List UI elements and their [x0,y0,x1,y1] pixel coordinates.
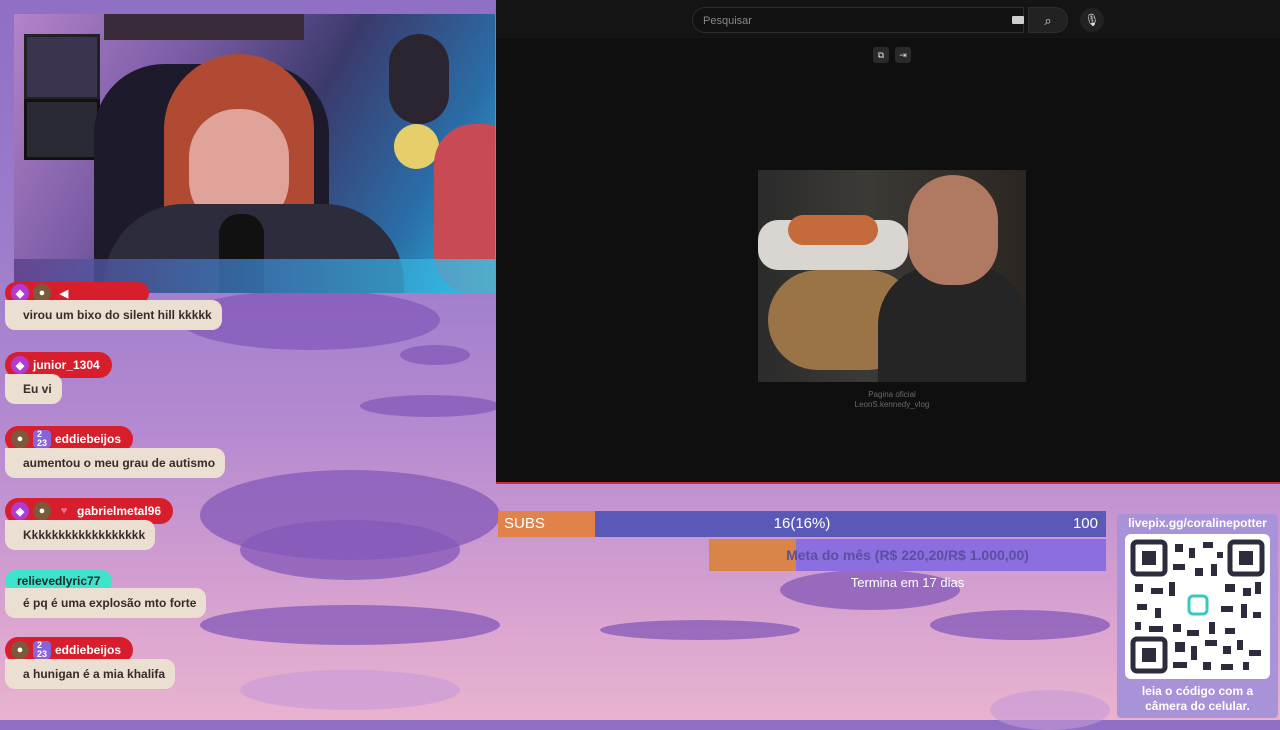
sub-badge-icon: 2 23 [33,430,51,448]
search-icon: ⌕ [1044,13,1052,28]
background-cloud [360,395,500,417]
qr-instructions-line-1: leia o código com a [1141,684,1254,698]
sub-badge-icon: 2 23 [33,641,51,659]
background-cloud [240,520,460,580]
chat-message: ● 2 23 eddiebeijos aumentou o meu grau de… [5,426,226,478]
chat-message: ◆ ● ♥ gabrielmetal96 Kkkkkkkkkkkkkkkkkk [5,498,174,550]
background-cloud [200,605,500,645]
miniplayer-button[interactable]: ⧉ [873,47,889,63]
chat-text: virou um bixo do silent hill kkkkk [5,300,222,330]
copy-icon: ⧉ [877,50,885,60]
webcam-feed [14,14,495,293]
gem-icon: ◆ [11,356,29,374]
chat-text: Eu vi [5,374,62,404]
exit-icon: ⇥ [899,50,907,60]
pikachu-plush [394,124,439,169]
caption-line-2: LeonS.kennedy_vlog [854,400,930,409]
livepix-qr-panel: livepix.gg/coralinepotter leia o código … [1117,514,1278,718]
wall-frame [24,99,100,160]
gem-icon: ◆ [11,502,29,520]
subs-goal-bar: SUBS 16(16%) 100 [498,511,1106,537]
sleeping-girl [788,215,878,245]
chat-text: é pq é uma explosão mto forte [5,588,207,618]
man-head [908,175,998,285]
wall-poster [24,34,100,100]
qr-code-graphic [1130,539,1265,674]
background-cloud [400,345,470,365]
video-caption: Pagina oficial LeonS.kennedy_vlog [758,390,1026,410]
chat-text: Kkkkkkkkkkkkkkkkkk [5,520,156,550]
qr-instructions: leia o código com a câmera do celular. [1117,684,1278,714]
chat-message: ◆ ● ◀ virou um bixo do silent hill kkkkk [5,282,222,330]
avatar-icon: ● [11,641,29,659]
chat-message: relievedlyric77 é pq é uma explosão mto … [5,570,207,618]
chat-message: ● 2 23 eddiebeijos a hunigan é a mia khal… [5,637,176,689]
keyboard-icon[interactable] [1012,16,1024,24]
background-cloud [990,690,1110,730]
chat-username: relievedlyric77 [17,574,101,588]
plush-toy [389,34,449,124]
avatar-icon: ● [11,430,29,448]
chat-username: eddiebeijos [55,432,122,446]
search-button[interactable]: ⌕ [1028,7,1068,33]
youtube-progress-line [496,482,1280,484]
subs-progress-text: 16(16%) [773,515,831,532]
video-image[interactable] [758,170,1026,382]
chat-text: a hunigan é a mia khalifa [5,659,176,689]
heart-icon: ♥ [60,505,68,517]
chat-username: gabrielmetal96 [77,504,162,518]
caption-line-1: Pagina oficial [868,390,916,399]
youtube-window: Pesquisar ⌕ 🎙 ⧉ ⇥ Pagina oficial LeonS.k… [496,0,1280,484]
monthly-goal-bar: Meta do mês (R$ 220,20/R$ 1.000,00) [709,539,1106,571]
chat-text: aumentou o meu grau de autismo [5,448,226,478]
qr-instructions-line-2: câmera do celular. [1145,699,1250,713]
chat-message: ◆ junior_1304 Eu vi [5,352,112,404]
monthly-goal-deadline: Termina em 17 dias [850,575,965,590]
exit-button[interactable]: ⇥ [895,47,911,63]
bookshelf [104,14,304,40]
mic-icon: 🎙 [1084,13,1100,27]
chat-username: eddiebeijos [55,643,122,657]
subs-max: 100 [1072,515,1098,532]
monthly-goal-text: Meta do mês (R$ 220,20/R$ 1.000,00) [786,547,1029,563]
livepix-url: livepix.gg/coralinepotter [1128,516,1267,530]
chat-username: junior_1304 [33,358,100,372]
qr-code [1125,534,1270,679]
voice-search-button[interactable]: 🎙 [1080,8,1104,32]
background-cloud [600,620,800,640]
background-cloud [240,670,460,710]
background-cloud [930,610,1110,640]
search-input[interactable]: Pesquisar [692,7,1024,33]
avatar-icon: ● [33,502,51,520]
